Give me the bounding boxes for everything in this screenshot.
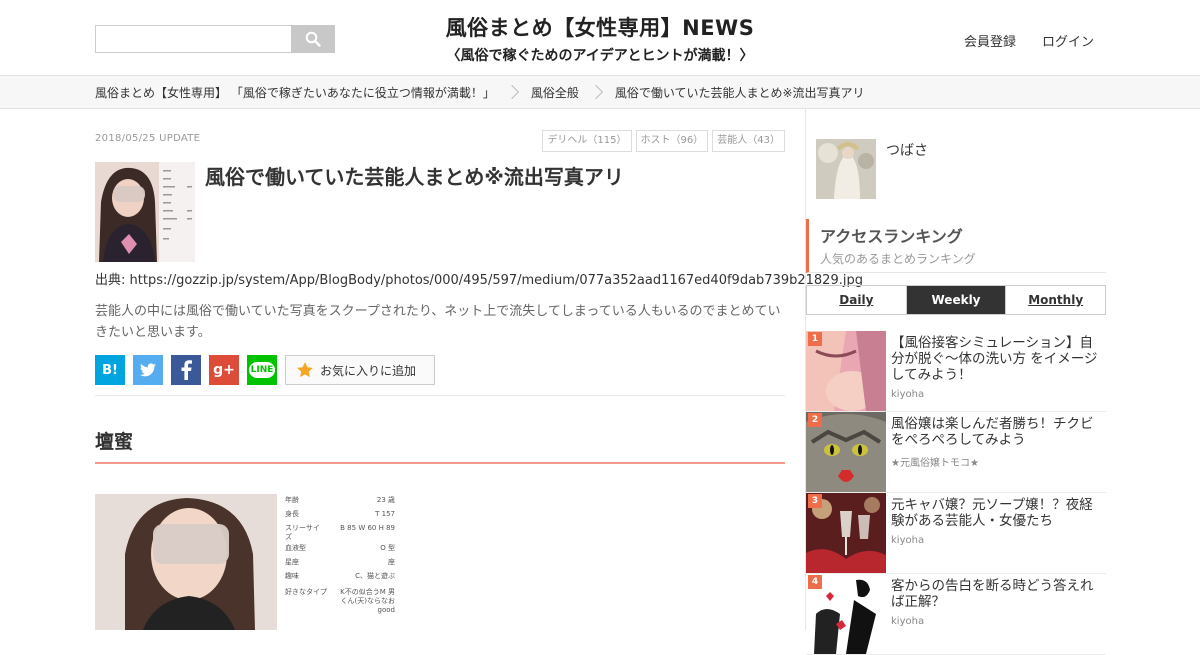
- ranking-item[interactable]: 1 【風俗接客シミュレーション】自分が脱ぐ～体の洗い方 をイメージしてみよう！ …: [806, 331, 1106, 412]
- breadcrumb-category[interactable]: 風俗全般: [531, 84, 579, 101]
- profile-row: 好きなタイプ K不の似合うM 男くん(天)ならなおgood: [285, 588, 395, 614]
- chevron-right-icon: [504, 84, 519, 100]
- chevron-right-icon: [588, 84, 603, 100]
- ranking-item[interactable]: 3 元キャバ嬢？元ソープ嬢！？夜経験がある芸能人・女優たち kiyoha: [806, 493, 1106, 574]
- user-name[interactable]: つばさ: [886, 140, 928, 160]
- search-form: [95, 25, 335, 53]
- profile-row: 年齢 23 歳: [285, 496, 395, 504]
- article-title: 風俗で働いていた芸能人まとめ※流出写真アリ: [205, 165, 624, 189]
- ranking-item-author: kiyoha: [891, 389, 925, 400]
- register-link[interactable]: 会員登録: [964, 31, 1016, 50]
- profile-row: スリーサイズ B 85 W 60 H 89: [285, 524, 395, 541]
- profile-row: 身長 T 157: [285, 510, 395, 518]
- ranking-item-author: kiyoha: [891, 616, 925, 627]
- gplus-icon: g+: [213, 362, 235, 378]
- star-icon: [297, 362, 313, 378]
- tab-monthly[interactable]: Monthly: [1005, 286, 1105, 314]
- ranking-title: アクセスランキング: [820, 227, 963, 246]
- search-icon: [305, 31, 321, 47]
- tab-weekly[interactable]: Weekly: [905, 286, 1006, 314]
- logo-title: 風俗まとめ【女性専用】NEWS: [445, 16, 755, 40]
- breadcrumb-current: 風俗で働いていた芸能人まとめ※流出写真アリ: [614, 85, 865, 100]
- site-header: 風俗まとめ【女性専用】NEWS 〈風俗で稼ぐためのアイデアとヒントが満載！〉 会…: [0, 0, 1200, 76]
- article-description: 芸能人の中には風俗で働いていた写真をスクープされたり、ネット上で流失してしまって…: [95, 304, 781, 340]
- profile-table: 年齢 23 歳 身長 T 157 スリーサイズ B 85 W 60 H 89 血液型 O…: [285, 494, 395, 614]
- logo-tagline: 〈風俗で稼ぐためのアイデアとヒントが満載！〉: [446, 48, 754, 64]
- breadcrumb-home[interactable]: 風俗まとめ【女性専用】 「風俗で稼ぎたいあなたに役立つ情報が満載！」: [95, 84, 495, 101]
- tag-deriheru[interactable]: デリヘル（115）: [542, 130, 632, 152]
- section-title: 壇蜜: [95, 431, 134, 453]
- profile-row: 趣味 C、猫と遊ぶ: [285, 572, 395, 580]
- rank-badge: 1: [808, 332, 822, 346]
- avatar[interactable]: [816, 139, 876, 199]
- ranking-subtitle: 人気のあるまとめランキング: [820, 252, 976, 266]
- line-share-button[interactable]: LINE: [247, 355, 277, 385]
- ranking-item-title: 風俗嬢は楽しんだ者勝ち！チクビをぺろぺろしてみよう: [891, 416, 1094, 448]
- ranking-item-title: 元キャバ嬢？元ソープ嬢！？夜経験がある芸能人・女優たち: [891, 497, 1093, 529]
- profile-row: 星座座: [285, 558, 395, 566]
- article: 2018/05/25 UPDATE デリヘル（115） ホスト（96） 芸能人（…: [95, 109, 863, 630]
- tag-list: デリヘル（115） ホスト（96） 芸能人（43）: [542, 130, 785, 152]
- update-date: 2018/05/25 UPDATE: [95, 133, 201, 144]
- rank-badge: 2: [808, 413, 822, 427]
- section-underline: [95, 462, 785, 464]
- ranking-header: アクセスランキング 人気のあるまとめランキング: [806, 219, 1106, 273]
- tag-host[interactable]: ホスト（96）: [635, 130, 709, 152]
- ranking-item-title: 客からの告白を断る時どう答えれば正解？: [891, 578, 1094, 610]
- tab-daily[interactable]: Daily: [807, 286, 906, 314]
- facebook-icon: [181, 360, 192, 380]
- hatena-icon: B!: [102, 362, 118, 378]
- share-buttons: B! g+ LINE お気に入りに追加: [95, 355, 435, 385]
- ranking-list: 1 【風俗接客シミュレーション】自分が脱ぐ～体の洗い方 をイメージしてみよう！ …: [806, 331, 1106, 655]
- article-thumbnail: [95, 162, 195, 262]
- divider: [95, 395, 785, 396]
- line-icon: LINE: [248, 362, 276, 378]
- add-favorite-button[interactable]: お気に入りに追加: [285, 355, 435, 385]
- ranking-item[interactable]: 2 風俗嬢は楽しんだ者勝ち！チクビをぺろぺろしてみよう ★元風俗嬢トモコ★: [806, 412, 1106, 493]
- add-favorite-label: お気に入りに追加: [320, 363, 417, 378]
- ranking-item[interactable]: 4 客からの告白を断る時どう答えれば正解？ kiyoha: [806, 574, 1106, 655]
- rank-badge: 3: [808, 494, 822, 508]
- breadcrumb: 風俗まとめ【女性専用】 「風俗で稼ぎたいあなたに役立つ情報が満載！」 風俗全般 …: [0, 76, 1200, 109]
- twitter-share-button[interactable]: [133, 355, 163, 385]
- site-logo[interactable]: 風俗まとめ【女性専用】NEWS 〈風俗で稼ぐためのアイデアとヒントが満載！〉: [440, 12, 760, 65]
- login-link[interactable]: ログイン: [1042, 31, 1094, 50]
- ranking-item-author: kiyoha: [891, 535, 925, 546]
- profile-row: 血液型 O 型: [285, 544, 395, 552]
- image-source: 出典: https://gozzip.jp/system/App/BlogBod…: [95, 273, 863, 288]
- sidebar: つばさ アクセスランキング 人気のあるまとめランキング Daily Weekly…: [805, 109, 1106, 655]
- search-input[interactable]: [95, 25, 291, 53]
- profile-image: 年齢 23 歳 身長 T 157 スリーサイズ B 85 W 60 H 89 血液型 O…: [95, 494, 395, 630]
- twitter-icon: [140, 363, 156, 377]
- gplus-share-button[interactable]: g+: [209, 355, 239, 385]
- search-button[interactable]: [291, 25, 335, 53]
- ranking-tabs: Daily Weekly Monthly: [806, 285, 1106, 315]
- rank-badge: 4: [808, 575, 822, 589]
- ranking-item-author: ★元風俗嬢トモコ★: [891, 458, 979, 469]
- hatena-share-button[interactable]: B!: [95, 355, 125, 385]
- facebook-share-button[interactable]: [171, 355, 201, 385]
- tag-geinoujin[interactable]: 芸能人（43）: [712, 130, 785, 152]
- ranking-item-title: 【風俗接客シミュレーション】自分が脱ぐ～体の洗い方 をイメージしてみよう！: [891, 335, 1098, 383]
